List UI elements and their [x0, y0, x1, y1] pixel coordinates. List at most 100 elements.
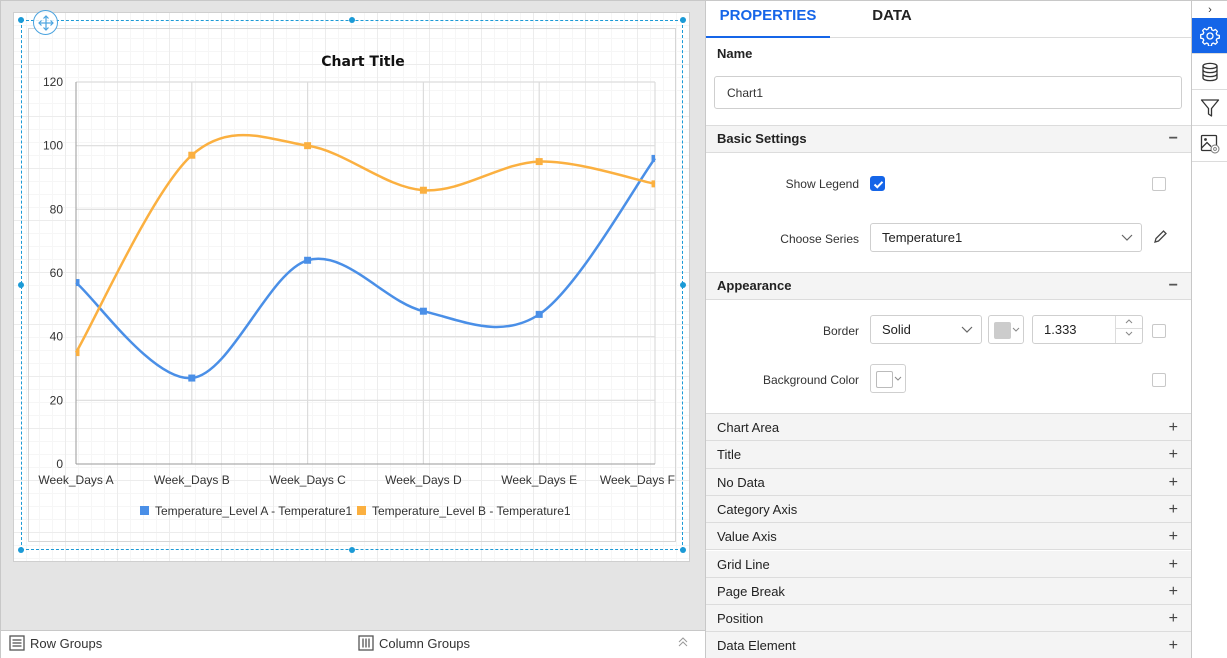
data-point-marker: [651, 154, 655, 162]
section-data-element[interactable]: Data Element +: [706, 632, 1191, 658]
section-category-axis[interactable]: Category Axis +: [706, 495, 1191, 524]
section-basic-settings-label: Basic Settings: [717, 131, 807, 146]
report-designer: 0 20 40 60 80 100 120 Week_Days A Week_Days B We…: [0, 0, 1227, 658]
border-width-field[interactable]: [1033, 316, 1113, 342]
section-title[interactable]: Title +: [706, 441, 1191, 469]
section-label: No Data: [717, 474, 765, 490]
section-label: Category Axis: [717, 501, 798, 517]
chevron-down-icon: [1121, 224, 1133, 262]
rail-image-settings-button[interactable]: [1192, 126, 1227, 162]
row-groups-label: Row Groups: [30, 635, 103, 651]
border-color-picker[interactable]: [988, 315, 1024, 344]
background-color-swatch: [876, 371, 893, 388]
legend-label: Temperature_Level A - Temperature1: [155, 504, 353, 518]
checkmark-icon: [873, 181, 884, 189]
show-legend-expression-checkbox[interactable]: [1152, 177, 1166, 191]
background-expression-checkbox[interactable]: [1152, 373, 1166, 387]
expand-plus-icon[interactable]: +: [1169, 496, 1178, 523]
choose-series-label: Choose Series: [780, 232, 859, 246]
data-point-marker: [535, 158, 543, 166]
name-input[interactable]: [714, 76, 1182, 109]
panel-tabs: PROPERTIES DATA: [706, 1, 1191, 38]
expand-plus-icon[interactable]: +: [1169, 632, 1178, 658]
y-tick-label: 80: [50, 202, 64, 216]
spin-down-icon[interactable]: [1116, 329, 1142, 342]
series-lines: [74, 133, 657, 380]
data-point-marker: [304, 142, 312, 150]
y-tick-label: 40: [50, 330, 64, 344]
filter-icon: [1200, 98, 1220, 117]
x-tick-label: Week_Days D: [385, 473, 462, 487]
legend-swatch: [357, 506, 366, 515]
expand-plus-icon[interactable]: +: [1169, 578, 1178, 605]
chevron-down-icon: [961, 316, 973, 354]
column-groups-button[interactable]: Column Groups: [358, 635, 470, 651]
rail-data-button[interactable]: [1192, 54, 1227, 90]
section-appearance[interactable]: Appearance −: [706, 272, 1191, 300]
background-color-label: Background Color: [762, 373, 859, 387]
tab-properties[interactable]: PROPERTIES: [706, 1, 830, 38]
settings-icon: [1200, 26, 1220, 46]
choose-series-value: Temperature1: [882, 230, 963, 245]
data-point-marker: [651, 180, 655, 188]
spin-up-icon[interactable]: [1116, 316, 1142, 329]
x-tick-label: Week_Days A: [38, 473, 113, 487]
rail-settings-button[interactable]: [1192, 18, 1227, 54]
line-chart[interactable]: 020406080100120 Week_Days A Week_Days B We…: [1, 1, 705, 630]
section-position[interactable]: Position +: [706, 605, 1191, 633]
data-point-marker: [76, 279, 80, 287]
row-groups-button[interactable]: Row Groups: [9, 635, 102, 651]
database-icon: [1202, 62, 1218, 81]
section-basic-settings[interactable]: Basic Settings −: [706, 125, 1191, 153]
data-point-marker: [188, 374, 196, 382]
design-canvas: 0 20 40 60 80 100 120 Week_Days A Week_Days B We…: [1, 1, 705, 630]
x-tick-label: Week_Days C: [269, 473, 346, 487]
expand-plus-icon[interactable]: +: [1169, 523, 1178, 550]
legend-label: Temperature_Level B - Temperature1: [372, 504, 571, 518]
section-value-axis[interactable]: Value Axis +: [706, 523, 1191, 551]
section-grid-line[interactable]: Grid Line +: [706, 550, 1191, 578]
column-groups-icon: [358, 635, 374, 651]
rail-filter-button[interactable]: [1192, 90, 1227, 126]
section-chart-area[interactable]: Chart Area +: [706, 414, 1191, 442]
collapse-icon[interactable]: −: [1169, 126, 1178, 152]
data-point-marker: [419, 186, 427, 194]
data-point-marker: [304, 256, 312, 264]
y-tick-label: 0: [56, 457, 63, 471]
expand-plus-icon[interactable]: +: [1169, 469, 1178, 496]
section-no-data[interactable]: No Data +: [706, 468, 1191, 496]
section-label: Grid Line: [717, 556, 770, 572]
column-groups-label: Column Groups: [379, 635, 471, 651]
chevron-down-icon: [894, 372, 902, 386]
chevron-double-up-icon[interactable]: [677, 636, 689, 651]
edit-series-pencil-icon[interactable]: [1153, 229, 1168, 249]
border-style-select[interactable]: Solid: [870, 315, 982, 344]
section-label: Title: [717, 447, 742, 463]
chart-legend: Temperature_Level A - Temperature1 Temper…: [140, 504, 571, 518]
show-legend-checkbox[interactable]: [870, 176, 885, 191]
section-label: Data Element: [717, 638, 796, 654]
tab-data[interactable]: DATA: [830, 1, 954, 38]
section-page-break[interactable]: Page Break +: [706, 577, 1191, 606]
collapse-icon[interactable]: −: [1169, 273, 1178, 299]
chevron-down-icon: [1012, 323, 1020, 337]
expand-plus-icon[interactable]: +: [1169, 414, 1178, 441]
section-label: Chart Area: [717, 420, 780, 435]
series-markers: [76, 142, 655, 382]
expand-plus-icon[interactable]: +: [1169, 605, 1178, 632]
border-expression-checkbox[interactable]: [1152, 324, 1166, 338]
rail-toggle-chevron-icon[interactable]: ›: [1192, 1, 1227, 18]
choose-series-select[interactable]: Temperature1: [870, 223, 1142, 252]
right-icon-rail: ›: [1191, 1, 1227, 658]
x-tick-label: Week_Days F: [600, 473, 675, 487]
move-handle[interactable]: [33, 10, 58, 35]
y-tick-label: 20: [50, 393, 64, 407]
data-point-marker: [76, 349, 80, 357]
border-width-spinner[interactable]: [1115, 316, 1142, 343]
background-color-picker[interactable]: [870, 364, 906, 393]
row-groups-icon: [9, 635, 25, 651]
expand-plus-icon[interactable]: +: [1169, 551, 1178, 578]
expand-plus-icon[interactable]: +: [1169, 441, 1178, 468]
border-width-input[interactable]: [1032, 315, 1143, 344]
x-axis-ticks: Week_Days A Week_Days B Week_Days C Week_Da…: [38, 473, 675, 487]
